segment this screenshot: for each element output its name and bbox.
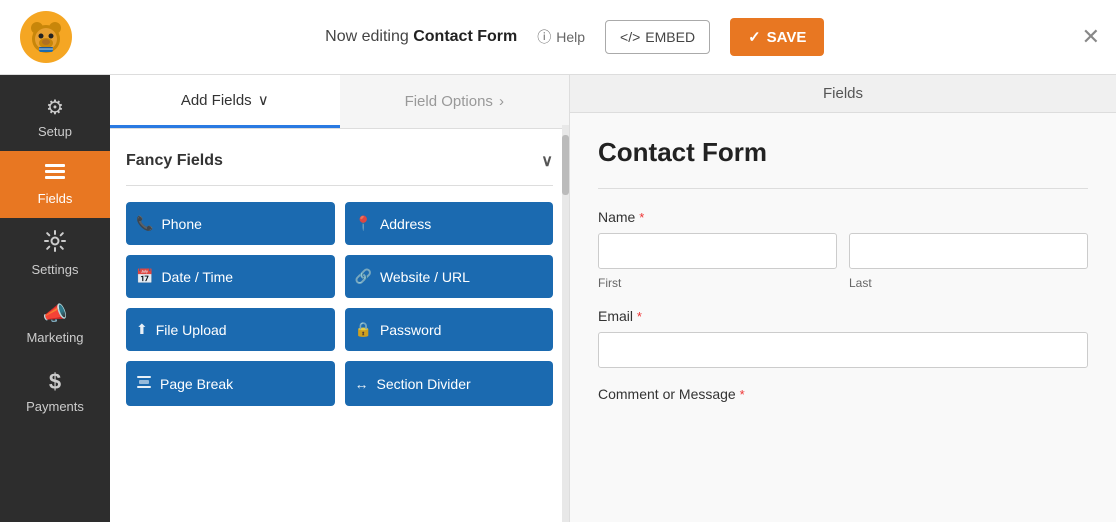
fields-panel: Add Fields ∨ Field Options › Fancy Field…	[110, 75, 570, 522]
save-button[interactable]: ✓ SAVE	[730, 18, 824, 56]
sidebar-label-fields: Fields	[38, 191, 73, 206]
sidebar-label-setup: Setup	[38, 124, 72, 139]
field-btn-page-break[interactable]: Page Break	[126, 361, 335, 406]
close-button[interactable]: ✕	[1082, 24, 1100, 50]
last-name-sub-label: Last	[849, 276, 1088, 290]
section-divider-icon: ↔	[355, 376, 369, 392]
code-icon: </>	[620, 29, 640, 45]
sidebar-item-fields[interactable]: Fields	[0, 151, 110, 218]
fields-tabs: Add Fields ∨ Field Options ›	[110, 75, 569, 129]
required-star-name: *	[639, 210, 644, 225]
page-break-icon	[136, 374, 152, 393]
address-icon: 📍	[355, 215, 372, 232]
sidebar-item-payments[interactable]: $ Payments	[0, 357, 110, 426]
name-sub-labels: First Last	[598, 273, 1088, 290]
fields-icon	[44, 163, 66, 187]
dollar-icon: $	[49, 369, 61, 395]
form-name: Contact Form	[413, 28, 517, 45]
logo	[16, 7, 76, 67]
help-button[interactable]: ⓘ Help	[537, 27, 585, 47]
field-group-name: Name * First Last	[598, 209, 1088, 290]
scrollbar-thumb[interactable]	[562, 135, 569, 195]
first-name-input[interactable]	[598, 233, 837, 269]
lock-icon: 🔒	[355, 321, 372, 338]
sidebar-item-settings[interactable]: Settings	[0, 218, 110, 289]
name-input-row	[598, 233, 1088, 269]
form-preview-header: Fields	[570, 75, 1116, 113]
scrollbar-track[interactable]	[562, 125, 569, 522]
bear-svg	[26, 17, 66, 57]
form-divider	[598, 188, 1088, 189]
main-layout: ⚙ Setup Fields Settings 📣 Marketing $ Pa	[0, 75, 1116, 522]
fields-content: Fancy Fields ∨ 📞 Phone 📍 Address 📅 Date …	[110, 129, 569, 522]
help-label: Help	[556, 29, 585, 45]
form-title: Contact Form	[598, 137, 1088, 168]
upload-icon: ⬆	[136, 321, 148, 338]
add-fields-label: Add Fields	[181, 92, 252, 109]
email-field-label: Email *	[598, 308, 1088, 324]
link-icon: 🔗	[355, 268, 372, 285]
website-label: Website / URL	[380, 269, 470, 285]
field-group-comment: Comment or Message *	[598, 386, 1088, 402]
brand-icon	[20, 11, 72, 63]
fancy-fields-label: Fancy Fields	[126, 152, 223, 170]
editing-text: Now editing Contact Form	[325, 28, 517, 46]
help-circle-icon: ⓘ	[537, 27, 551, 47]
field-group-email: Email *	[598, 308, 1088, 368]
sidebar-item-setup[interactable]: ⚙ Setup	[0, 83, 110, 151]
field-btn-website[interactable]: 🔗 Website / URL	[345, 255, 554, 298]
phone-label: Phone	[161, 216, 201, 232]
gear-icon: ⚙	[46, 95, 64, 120]
datetime-label: Date / Time	[161, 269, 233, 285]
editing-prefix: Now editing	[325, 28, 413, 45]
checkmark-icon: ✓	[748, 28, 761, 46]
field-btn-phone[interactable]: 📞 Phone	[126, 202, 335, 245]
sidebar-item-marketing[interactable]: 📣 Marketing	[0, 289, 110, 357]
field-btn-file-upload[interactable]: ⬆ File Upload	[126, 308, 335, 351]
tab-add-fields[interactable]: Add Fields ∨	[110, 75, 340, 128]
address-label: Address	[380, 216, 431, 232]
settings-icon	[44, 230, 66, 258]
sidebar: ⚙ Setup Fields Settings 📣 Marketing $ Pa	[0, 75, 110, 522]
form-preview: Fields Contact Form Name * First Last	[570, 75, 1116, 522]
field-btn-section-divider[interactable]: ↔ Section Divider	[345, 361, 554, 406]
embed-label: EMBED	[645, 29, 695, 45]
sidebar-label-settings: Settings	[32, 262, 79, 277]
calendar-icon: 📅	[136, 268, 153, 285]
embed-button[interactable]: </> EMBED	[605, 20, 710, 54]
form-preview-content: Contact Form Name * First Last	[570, 113, 1116, 522]
marketing-icon: 📣	[43, 301, 68, 326]
top-bar: Now editing Contact Form ⓘ Help </> EMBE…	[0, 0, 1116, 75]
sidebar-label-marketing: Marketing	[26, 330, 83, 345]
field-buttons-grid: 📞 Phone 📍 Address 📅 Date / Time 🔗 Websit…	[126, 202, 553, 406]
first-name-sub-label: First	[598, 276, 837, 290]
fancy-fields-header: Fancy Fields ∨	[126, 145, 553, 186]
chevron-down-icon: ∨	[258, 91, 269, 109]
email-input[interactable]	[598, 332, 1088, 368]
phone-icon: 📞	[136, 215, 153, 232]
file-upload-label: File Upload	[156, 322, 227, 338]
required-star-email: *	[637, 309, 642, 324]
field-options-label: Field Options	[405, 93, 493, 110]
field-btn-password[interactable]: 🔒 Password	[345, 308, 554, 351]
page-break-label: Page Break	[160, 376, 233, 392]
save-label: SAVE	[767, 29, 807, 46]
field-btn-address[interactable]: 📍 Address	[345, 202, 554, 245]
tab-field-options[interactable]: Field Options ›	[340, 75, 570, 128]
top-bar-center: Now editing Contact Form ⓘ Help </> EMBE…	[76, 18, 1074, 56]
name-field-label: Name *	[598, 209, 1088, 225]
section-divider-label: Section Divider	[377, 376, 471, 392]
collapse-icon[interactable]: ∨	[541, 151, 553, 171]
comment-field-label: Comment or Message *	[598, 386, 1088, 402]
field-btn-datetime[interactable]: 📅 Date / Time	[126, 255, 335, 298]
chevron-right-icon: ›	[499, 93, 504, 110]
last-name-input[interactable]	[849, 233, 1088, 269]
required-star-comment: *	[740, 387, 745, 402]
panel-label: Fields	[823, 85, 863, 102]
sidebar-label-payments: Payments	[26, 399, 84, 414]
password-label: Password	[380, 322, 441, 338]
